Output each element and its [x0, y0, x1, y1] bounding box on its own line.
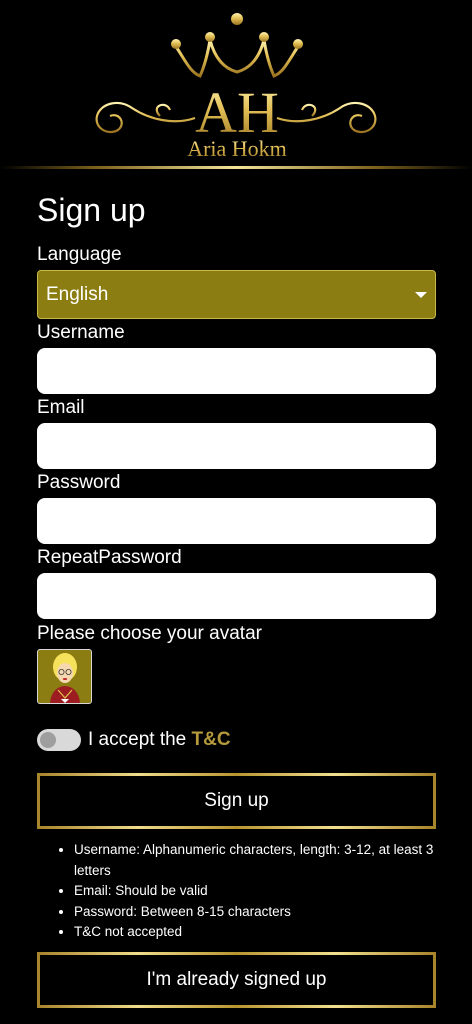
toggle-knob: [40, 732, 56, 748]
terms-toggle[interactable]: [37, 729, 81, 751]
repeat-password-input[interactable]: [37, 573, 436, 619]
chevron-down-icon: [415, 292, 427, 298]
terms-text: I accept the T&C: [88, 728, 231, 752]
username-label: Username: [37, 322, 125, 343]
signup-button[interactable]: Sign up: [37, 773, 436, 829]
page-title: Sign up: [37, 192, 146, 228]
language-select[interactable]: English: [37, 270, 436, 319]
crown-icon: [173, 22, 301, 80]
terms-prefix: I accept the: [88, 729, 192, 750]
username-input[interactable]: [37, 348, 436, 394]
password-label: Password: [37, 472, 121, 493]
email-input[interactable]: [37, 423, 436, 469]
language-label: Language: [37, 244, 122, 265]
terms-link[interactable]: T&C: [192, 729, 231, 750]
crown-logo-graphic: AH Aria Hokm: [0, 13, 472, 169]
language-select-value: English: [46, 283, 109, 305]
avatar-picker[interactable]: [37, 649, 92, 704]
list-item: Email: Should be valid: [74, 881, 444, 902]
list-item: T&C not accepted: [74, 922, 444, 943]
logo-brand-name: Aria Hokm: [187, 136, 287, 161]
repeat-password-label: RepeatPassword: [37, 547, 182, 568]
brand-logo: AH Aria Hokm: [0, 0, 472, 172]
list-item: Password: Between 8-15 characters: [74, 902, 444, 923]
avatar-image: [50, 653, 80, 703]
password-input[interactable]: [37, 498, 436, 544]
validation-error-list: Username: Alphanumeric characters, lengt…: [55, 840, 444, 943]
already-signed-up-button[interactable]: I'm already signed up: [37, 952, 436, 1008]
email-label: Email: [37, 397, 85, 418]
avatar-label: Please choose your avatar: [37, 623, 262, 644]
list-item: Username: Alphanumeric characters, lengt…: [74, 840, 444, 881]
